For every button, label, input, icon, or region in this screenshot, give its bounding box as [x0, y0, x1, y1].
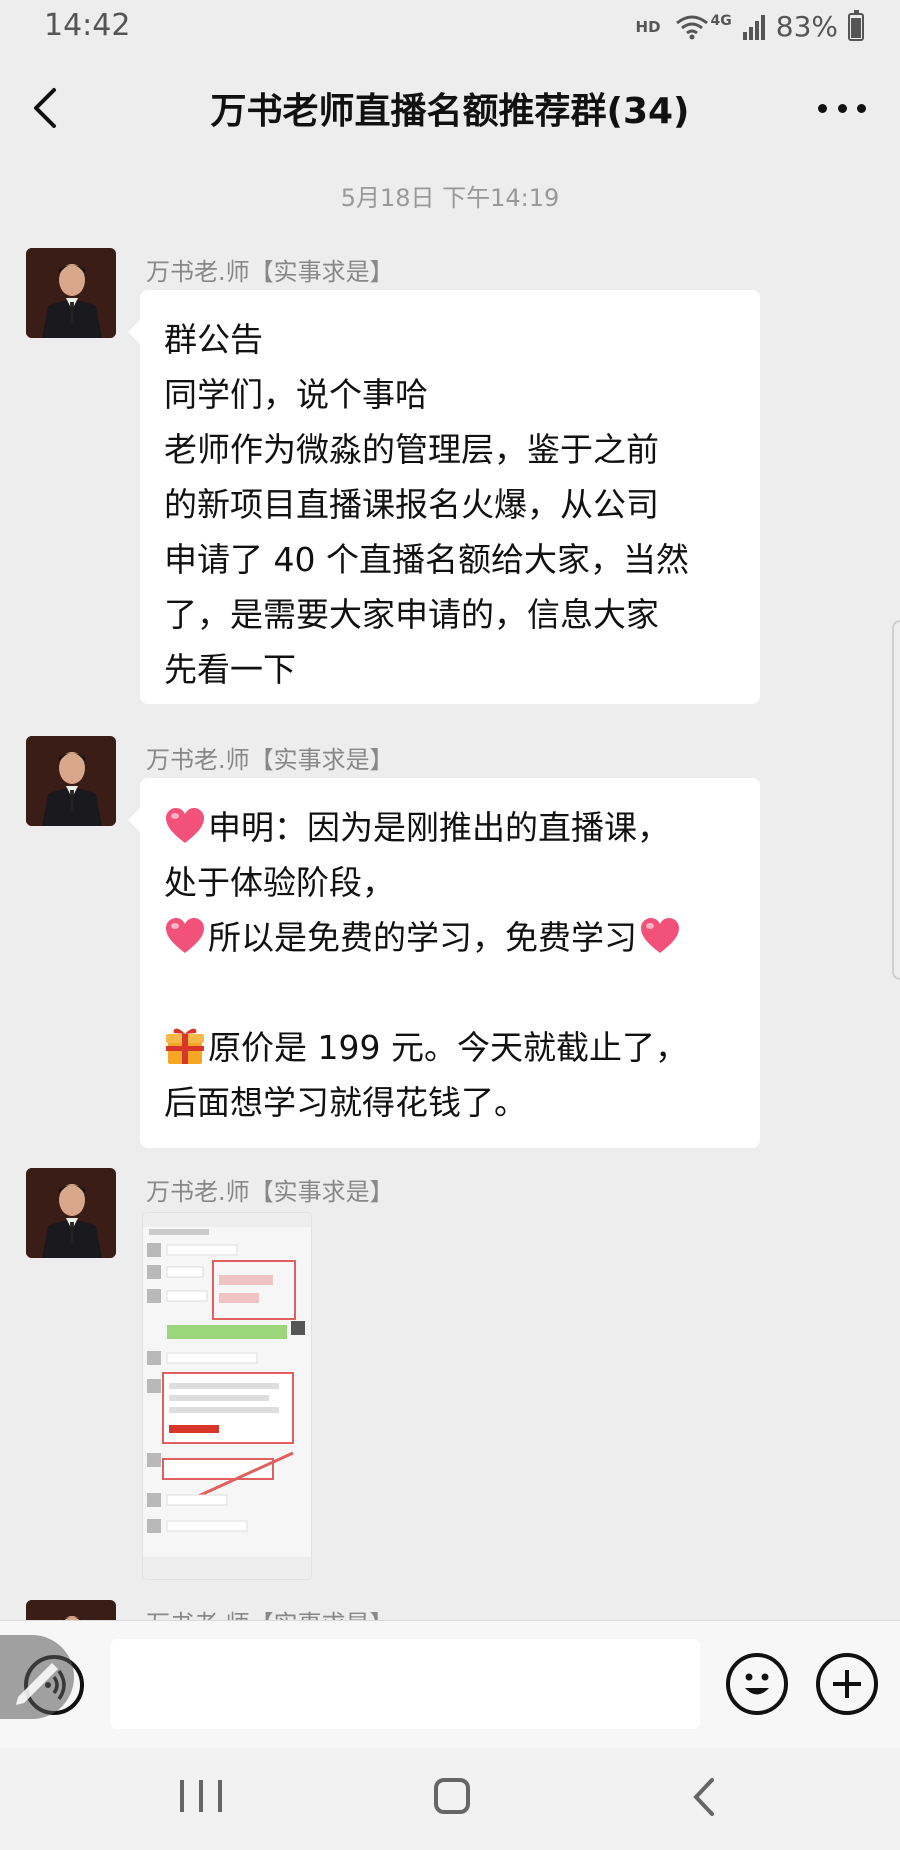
hd-badge: HD — [635, 17, 661, 36]
battery-icon — [848, 9, 864, 41]
status-time: 14:42 — [44, 8, 131, 43]
chat-message: 万书老.师【实事求是】 — [0, 1600, 900, 1620]
edge-panel-handle[interactable] — [892, 620, 900, 980]
message-input[interactable] — [110, 1639, 700, 1729]
sender-name: 万书老.师【实事求是】 — [146, 1178, 394, 1206]
avatar[interactable] — [26, 248, 116, 338]
message-line: 同学们，说个事哈 — [164, 375, 428, 414]
network-label: 4G — [710, 12, 732, 29]
recents-bar — [218, 1780, 222, 1812]
heart-icon — [641, 918, 679, 953]
sender-name: 万书老.师【实事求是】 — [146, 258, 394, 286]
signal-icon — [742, 14, 765, 40]
avatar-portrait-icon — [26, 736, 116, 826]
more-functions-button[interactable] — [816, 1653, 878, 1715]
message-bubble[interactable]: 群公告 同学们，说个事哈 老师作为微淼的管理层，鉴于之前 的新项目直播课报名火爆… — [128, 290, 760, 704]
message-line: 所以是免费的学习，免费学习 — [164, 910, 736, 965]
message-line-text: 原价是 199 元。今天就截止了， — [208, 1028, 688, 1067]
home-button[interactable] — [434, 1778, 470, 1814]
message-line: 申请了 40 个直播名额给大家，当然 — [164, 540, 689, 579]
status-bar: 14:42 HD 4G 83% — [0, 0, 900, 56]
message-line: 了，是需要大家申请的，信息大家 — [164, 595, 659, 634]
message-line-text: 所以是免费的学习，免费学习 — [208, 918, 637, 957]
message-line: 老师作为微淼的管理层，鉴于之前 — [164, 430, 659, 469]
message-line: 处于体验阶段， — [164, 863, 395, 902]
message-line: 申明：因为是刚推出的直播课， — [164, 800, 736, 855]
message-line: 的新项目直播课报名火爆，从公司 — [164, 485, 659, 524]
avatar-portrait-icon — [26, 1600, 116, 1620]
more-dot — [837, 103, 847, 113]
sender-name: 万书老.师【实事求是】 — [146, 746, 394, 774]
chat-area[interactable]: 5月18日 下午14:19 万书老.师【实事求是】 群公告 同学们，说个事哈 老… — [0, 160, 900, 1620]
pen-icon — [16, 1663, 58, 1705]
emoji-icon — [745, 1673, 769, 1695]
gift-icon — [166, 1028, 204, 1064]
more-button[interactable] — [818, 90, 866, 126]
recents-bar — [180, 1780, 184, 1812]
chevron-left-icon — [693, 1778, 714, 1816]
avatar[interactable] — [26, 736, 116, 826]
chat-message: 万书老.师【实事求是】 群公告 同学们，说个事哈 老师作为微淼的管理层，鉴于之前… — [0, 248, 900, 718]
battery-percent: 83% — [775, 10, 838, 43]
wifi-icon — [675, 15, 708, 39]
chat-header: 万书老师直播名额推荐群(34) — [0, 56, 900, 160]
message-bubble[interactable]: 申明：因为是刚推出的直播课， 处于体验阶段， 所以是免费的学习，免费学习 原价是… — [128, 778, 760, 1148]
chat-message: 万书老.师【实事求是】 申明：因为是刚推出的直播课， 处于体验阶段， 所以是免费… — [0, 736, 900, 1176]
system-navigation-bar — [0, 1748, 900, 1850]
avatar-portrait-icon — [26, 1168, 116, 1258]
chat-timestamp: 5月18日 下午14:19 — [340, 184, 560, 212]
message-line-text: 申明：因为是刚推出的直播课， — [208, 808, 670, 847]
image-message[interactable] — [142, 1212, 312, 1580]
avatar[interactable] — [26, 1600, 116, 1620]
status-indicators: HD 4G 83% — [635, 9, 864, 43]
system-back-button[interactable] — [690, 1776, 720, 1818]
plus-icon — [833, 1670, 861, 1698]
avatar[interactable] — [26, 1168, 116, 1258]
chat-screenshot-thumbnail-icon — [143, 1213, 311, 1579]
sender-name: 万书老.师【实事求是】 — [146, 1604, 394, 1620]
floating-pen-button[interactable] — [0, 1635, 74, 1719]
message-line: 原价是 199 元。今天就截止了， — [164, 1020, 736, 1075]
message-line: 后面想学习就得花钱了。 — [164, 1083, 527, 1122]
more-dot — [818, 103, 827, 113]
chat-message: 万书老.师【实事求是】 — [0, 1168, 900, 1588]
more-dot — [857, 103, 866, 113]
heart-icon — [166, 918, 204, 953]
heart-icon — [166, 808, 204, 843]
emoji-button[interactable] — [726, 1653, 788, 1715]
avatar-portrait-icon — [26, 248, 116, 338]
recents-bar — [199, 1780, 203, 1812]
message-line: 群公告 — [164, 320, 263, 359]
input-bar — [0, 1620, 900, 1748]
chat-title: 万书老师直播名额推荐群(34) — [210, 91, 690, 132]
recent-apps-button[interactable] — [180, 1780, 222, 1818]
message-line: 先看一下 — [164, 650, 296, 689]
